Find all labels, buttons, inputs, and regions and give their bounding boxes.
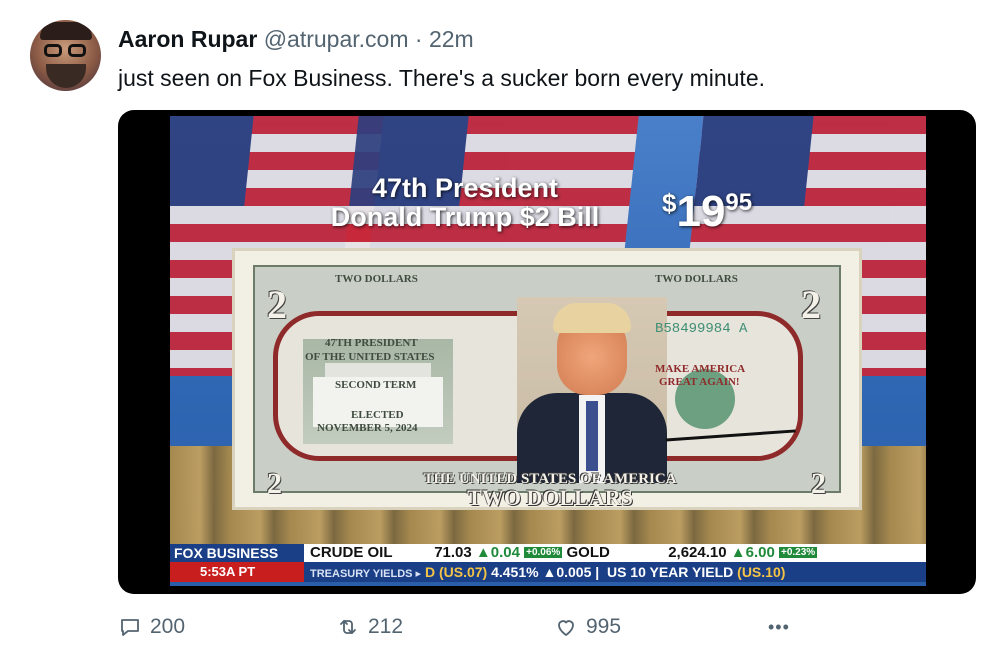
repost-icon <box>340 620 356 634</box>
promo-price: $1995 <box>662 180 752 235</box>
two-dollar-bill-image: TWO DOLLARS TWO DOLLARS 2 2 47TH PRESIDE… <box>232 248 862 510</box>
repost-count: 212 <box>368 615 404 638</box>
ticker-time: 5:53A PT <box>170 562 304 582</box>
bill-serial-number: B58499984 A <box>655 321 748 337</box>
bill-denomination-tl: 2 <box>267 282 287 327</box>
ticker-yields: TREASURY YIELDS ▸ D (US.07) 4.451% ▲0.00… <box>310 564 786 580</box>
ticker-label-gold: GOLD <box>566 544 610 561</box>
bill-inner: TWO DOLLARS TWO DOLLARS 2 2 47TH PRESIDE… <box>253 265 841 509</box>
ticker-code-1: D (US.07) <box>424 564 488 580</box>
portrait-image <box>517 297 667 483</box>
author-name[interactable]: Aaron Rupar <box>118 26 257 52</box>
bill-bottom-title: THE UNITED STATES OF AMERICA TWO DOLLARS <box>395 471 705 509</box>
bill-left-text-3: SECOND TERM <box>335 379 417 391</box>
news-ticker: FOX BUSINESS 5:53A PT CRUDE OIL 71.03 ▲0… <box>170 544 926 582</box>
post: Aaron Rupar @atrupar.com · 22m just seen… <box>0 0 1000 665</box>
author-avatar[interactable] <box>30 20 101 91</box>
more-icon: ••• <box>768 616 790 637</box>
ticker-commodities: CRUDE OIL 71.03 ▲0.04 +0.06% GOLD 2,624.… <box>310 544 818 562</box>
ticker-yield-1: 4.451% <box>491 564 539 580</box>
reply-button[interactable]: 200 <box>118 612 185 642</box>
network-logo: FOX BUSINESS <box>170 544 304 562</box>
ticker-label-crude: CRUDE OIL <box>310 544 393 561</box>
price-currency: $ <box>662 188 677 218</box>
bill-right-text-1: MAKE AMERICA <box>655 363 746 375</box>
bill-top-left-text: TWO DOLLARS <box>335 273 418 285</box>
bill-left-text-5: NOVEMBER 5, 2024 <box>317 422 418 434</box>
promo-title: 47th President Donald Trump $2 Bill <box>300 174 630 232</box>
meta-separator: · <box>408 26 429 52</box>
ticker-pct-gold: +0.23% <box>778 547 818 558</box>
reply-icon <box>121 619 139 636</box>
video-player[interactable]: 47th President Donald Trump $2 Bill $199… <box>118 110 976 594</box>
ticker-yield-change-1: ▲0.005 <box>542 564 592 580</box>
ticker-value-gold: 2,624.10 <box>668 544 727 561</box>
avatar-glasses <box>44 44 88 58</box>
more-options-button[interactable]: ••• <box>768 612 790 642</box>
bill-right-text-2: GREAT AGAIN! <box>659 376 740 388</box>
bill-left-text-2: OF THE UNITED STATES <box>305 351 435 363</box>
bill-left-text-1: 47TH PRESIDENT <box>325 337 418 349</box>
promo-line-1: 47th President <box>371 173 559 203</box>
author-handle[interactable]: @atrupar.com <box>264 26 409 52</box>
post-timestamp[interactable]: 22m <box>429 26 474 52</box>
bill-denomination-tr: 2 <box>801 282 821 327</box>
promo-line-2: Donald Trump $2 Bill <box>330 202 600 232</box>
bill-left-text-4: ELECTED <box>351 409 404 421</box>
ticker-value-crude: 71.03 <box>434 544 472 561</box>
bill-top-right-text: TWO DOLLARS <box>655 273 738 285</box>
post-text: just seen on Fox Business. There's a suc… <box>118 65 765 91</box>
avatar-hair <box>40 22 92 40</box>
video-frame: 47th President Donald Trump $2 Bill $199… <box>170 116 926 586</box>
like-count: 995 <box>586 615 622 638</box>
post-actions: 200 212 995 ••• <box>118 612 978 642</box>
avatar-beard <box>46 64 86 88</box>
ticker-change-crude: ▲0.04 <box>475 544 520 561</box>
repost-button[interactable]: 212 <box>336 612 403 642</box>
ticker-label-treasury: TREASURY YIELDS ▸ <box>310 568 422 580</box>
price-main: 19 <box>676 187 726 236</box>
like-button[interactable]: 995 <box>554 612 621 642</box>
bill-denomination-bl: 2 <box>267 467 282 500</box>
ticker-change-gold: ▲6.00 <box>730 544 775 561</box>
ticker-pct-crude: +0.06% <box>524 547 563 558</box>
ticker-label-10yr: US 10 YEAR YIELD <box>606 564 734 580</box>
ticker-code-2: (US.10) <box>737 564 786 580</box>
bill-denomination-br: 2 <box>811 467 826 500</box>
reply-count: 200 <box>150 615 186 638</box>
post-header: Aaron Rupar @atrupar.com · 22m <box>118 24 474 54</box>
heart-icon <box>558 620 574 636</box>
bill-bottom-line-2: TWO DOLLARS <box>467 485 633 510</box>
price-cents: 95 <box>725 189 753 216</box>
